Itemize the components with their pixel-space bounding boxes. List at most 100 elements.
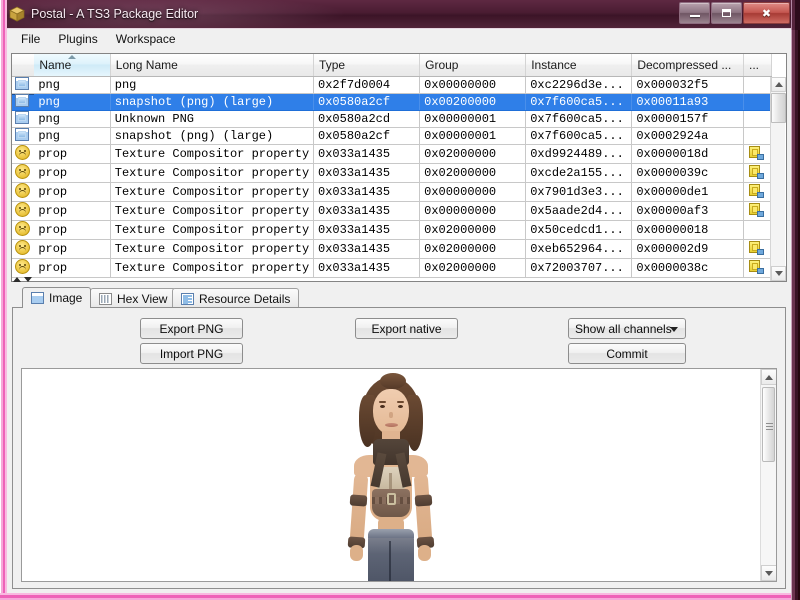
cell-group: 0x02000000 [419, 163, 527, 183]
scroll-down-button[interactable] [771, 266, 786, 281]
cell-name: prop [34, 239, 111, 259]
compressed-icon [749, 259, 764, 274]
scroll-up-button[interactable] [771, 77, 786, 92]
window-border-left [0, 0, 7, 600]
triangle-down-icon [774, 271, 783, 276]
column-header-group[interactable]: Group [419, 54, 527, 77]
menu-item-workspace[interactable]: Workspace [108, 30, 184, 49]
cell-long-name: Texture Compositor property files [110, 258, 315, 278]
cell-instance: 0x72003707... [525, 258, 633, 278]
preview-scrollbar-thumb[interactable] [762, 387, 775, 462]
resource-table[interactable]: Name Long Name Type Group Instance Decom… [11, 53, 787, 282]
export-native-button[interactable]: Export native [355, 318, 458, 339]
row-type-icon-cell [12, 220, 35, 240]
row-type-icon-cell [12, 258, 35, 278]
cell-type: 0x033a1435 [313, 220, 421, 240]
table-row[interactable]: propTexture Compositor property files0x0… [12, 163, 772, 183]
cell-decompressed: 0x0000039c [631, 163, 744, 183]
menu-item-plugins[interactable]: Plugins [50, 30, 105, 49]
channels-dropdown[interactable]: Show all channels [568, 318, 686, 339]
cell-name: prop [34, 201, 111, 221]
cell-instance: 0x7901d3e3... [525, 182, 633, 202]
column-header-type[interactable]: Type [313, 54, 421, 77]
cell-type: 0x033a1435 [313, 239, 421, 259]
image-preview-viewer[interactable] [21, 368, 777, 582]
column-header-extra[interactable]: ... [743, 54, 772, 77]
cell-name: prop [34, 163, 111, 183]
table-vertical-scrollbar[interactable] [770, 77, 786, 281]
table-row[interactable]: propTexture Compositor property files0x0… [12, 220, 772, 240]
table-row[interactable]: propTexture Compositor property files0x0… [12, 144, 772, 164]
window-border-right [791, 0, 800, 600]
preview-scroll-up-button[interactable] [761, 369, 776, 385]
table-row[interactable]: png Unknown PNG 0x0580a2cd 0x00000001 0x7f60… [12, 110, 772, 128]
menu-item-file[interactable]: File [13, 30, 48, 49]
cell-long-name: Texture Compositor property files [110, 220, 315, 240]
table-row[interactable]: png snapshot (png) (large) 0x0580a2cf 0x002… [12, 93, 772, 111]
tab-image[interactable]: Image [22, 287, 92, 308]
image-panel: Export PNG Import PNG Export native Show… [12, 307, 786, 589]
minimize-icon [689, 14, 700, 17]
cell-instance: 0xc2296d3e... [525, 76, 633, 94]
column-header-name[interactable]: Name [34, 54, 111, 77]
cell-extra [743, 220, 772, 240]
table-row[interactable]: png snapshot (png) (large) 0x0580a2cf 0x000… [12, 127, 772, 145]
commit-button[interactable]: Commit [568, 343, 686, 364]
prop-face-icon [15, 201, 30, 217]
cell-type: 0x2f7d0004 [313, 76, 421, 94]
tab-resource-details[interactable]: Resource Details [172, 288, 300, 308]
cell-name: prop [34, 220, 111, 240]
row-type-icon-cell [12, 144, 35, 164]
cell-name: prop [34, 144, 111, 164]
compressed-icon [749, 145, 764, 160]
cell-extra [743, 127, 772, 145]
preview-scroll-down-button[interactable] [761, 565, 776, 581]
minimize-button[interactable] [679, 2, 710, 24]
cell-long-name: png [110, 76, 315, 94]
cell-decompressed: 0x00000de1 [631, 182, 744, 202]
triangle-up-icon [765, 374, 773, 380]
cell-type: 0x033a1435 [313, 163, 421, 183]
splitter-handle[interactable] [13, 277, 39, 285]
cell-name: png [34, 93, 111, 111]
compressed-icon [749, 164, 764, 179]
table-row[interactable]: propTexture Compositor property files0x0… [12, 239, 772, 259]
import-png-button[interactable]: Import PNG [140, 343, 243, 364]
compressed-icon [749, 240, 764, 255]
cell-extra [743, 76, 772, 94]
cell-long-name: snapshot (png) (large) [110, 93, 315, 111]
triangle-up-icon [774, 82, 783, 87]
cell-long-name: Texture Compositor property files [110, 239, 315, 259]
cell-group: 0x00000001 [419, 127, 527, 145]
cell-extra [743, 144, 772, 164]
column-header-instance[interactable]: Instance [525, 54, 633, 77]
table-row[interactable]: propTexture Compositor property files0x0… [12, 258, 772, 278]
table-row[interactable]: png png 0x2f7d0004 0x00000000 0xc2296d3e... 0… [12, 76, 772, 94]
image-icon [15, 93, 29, 107]
column-header-long-name[interactable]: Long Name [110, 54, 315, 77]
cell-group: 0x00200000 [419, 93, 527, 111]
maximize-button[interactable] [711, 2, 742, 24]
column-header-decompressed[interactable]: Decompressed ... [631, 54, 744, 77]
cell-decompressed: 0x0000038c [631, 258, 744, 278]
resource-details-icon [181, 292, 194, 305]
table-row[interactable]: propTexture Compositor property files0x0… [12, 182, 772, 202]
title-bar[interactable]: Postal - A TS3 Package Editor ✖ [0, 0, 800, 28]
export-png-button[interactable]: Export PNG [140, 318, 243, 339]
preview-vertical-scrollbar[interactable] [760, 369, 776, 581]
maximize-icon [722, 9, 731, 17]
scrollbar-thumb[interactable] [771, 93, 786, 123]
prop-face-icon [15, 239, 30, 255]
tab-hex-view[interactable]: Hex View [90, 288, 177, 308]
cell-decompressed: 0x0000157f [631, 110, 744, 128]
application-window: Postal - A TS3 Package Editor ✖ File Plu… [0, 0, 800, 600]
row-type-icon-cell [12, 93, 35, 111]
window-border-bottom [0, 593, 800, 600]
cell-decompressed: 0x00000018 [631, 220, 744, 240]
client-area: File Plugins Workspace Name Long Name Ty… [7, 28, 791, 593]
table-header-row: Name Long Name Type Group Instance Decom… [12, 54, 772, 77]
cell-group: 0x00000001 [419, 110, 527, 128]
cell-instance: 0x7f600ca5... [525, 127, 633, 145]
table-row[interactable]: propTexture Compositor property files0x0… [12, 201, 772, 221]
close-button[interactable]: ✖ [743, 2, 790, 24]
